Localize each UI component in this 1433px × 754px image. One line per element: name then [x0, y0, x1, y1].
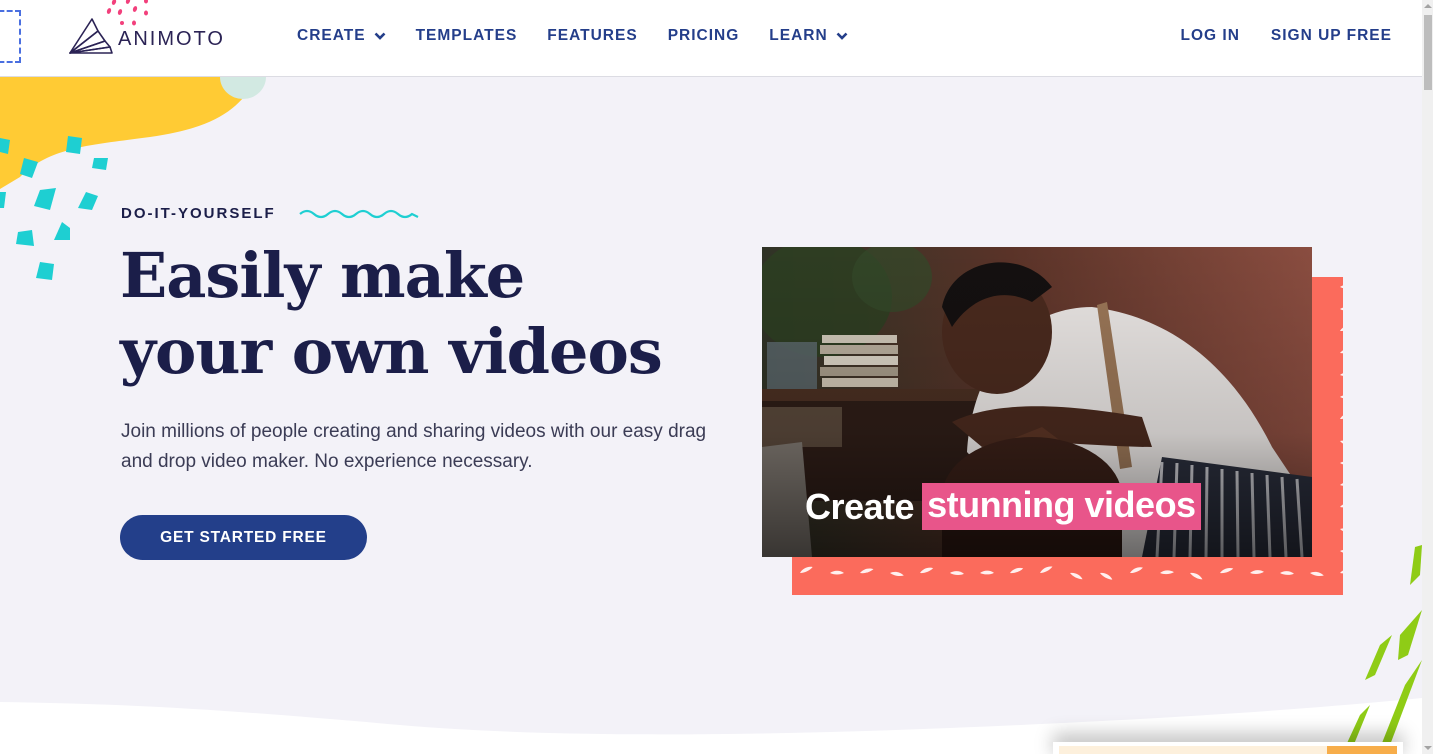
feather-mark — [1340, 307, 1343, 311]
feather-mark — [1340, 284, 1343, 289]
account-nav: LOG IN SIGN UP FREE — [1150, 27, 1393, 45]
feather-mark — [830, 570, 844, 575]
nav-item-learn[interactable]: LEARN — [769, 27, 848, 45]
eyebrow-text: DO-IT-YOURSELF — [121, 205, 276, 222]
feather-mark — [1340, 412, 1343, 420]
chevron-down-icon — [836, 32, 848, 40]
squiggle-line-decoration — [298, 209, 419, 218]
feather-mark — [1220, 567, 1234, 574]
nav-item-label: LEARN — [769, 27, 828, 44]
feather-mark — [1340, 482, 1343, 486]
nav-item-label: CREATE — [297, 27, 366, 44]
feather-mark — [950, 571, 964, 575]
feather-mark — [1340, 461, 1343, 466]
get-started-free-button[interactable]: GET STARTED FREE — [120, 515, 367, 560]
nav-item-label: PRICING — [667, 27, 740, 44]
feather-mark — [890, 571, 904, 577]
feather-mark — [1340, 440, 1343, 447]
fan-logo-icon — [69, 18, 113, 54]
feather-mark — [1190, 572, 1203, 580]
hero-headline: Easily make your own videos — [120, 239, 663, 388]
feather-mark — [1250, 570, 1264, 574]
nav-item-pricing[interactable]: PRICING — [668, 27, 740, 45]
primary-nav: CREATE TEMPLATES FEATURES PRICING LEARN — [297, 27, 878, 45]
teal-brush-dabs-decoration — [0, 136, 108, 280]
feather-mark — [1340, 394, 1343, 399]
feather-mark — [800, 566, 813, 574]
feather-mark — [860, 568, 874, 574]
feather-mark — [1100, 572, 1113, 580]
feather-mark — [980, 570, 994, 575]
site-header: ANIMOTO CREATE TEMPLATES FEATURES PRICIN… — [0, 0, 1422, 77]
card-close-tab[interactable] — [1327, 746, 1397, 754]
feather-mark — [1010, 567, 1024, 574]
feather-mark — [1340, 325, 1343, 332]
green-brush-strokes-decoration — [1342, 545, 1422, 754]
feather-mark — [1130, 567, 1143, 574]
feather-mark — [920, 567, 934, 574]
feather-mark — [1340, 528, 1343, 534]
eyebrow: DO-IT-YOURSELF — [121, 205, 420, 222]
nav-item-label: TEMPLATES — [415, 27, 518, 44]
dashed-outline-decoration — [0, 10, 21, 63]
feather-mark — [1160, 570, 1174, 575]
caption-plain-text: Create — [805, 485, 915, 527]
scroll-thumb[interactable] — [1424, 15, 1432, 90]
nav-item-features[interactable]: FEATURES — [547, 27, 637, 45]
viewport: ANIMOTO CREATE TEMPLATES FEATURES PRICIN… — [0, 0, 1422, 754]
nav-item-label: FEATURES — [547, 27, 638, 44]
feather-mark — [1310, 571, 1324, 577]
signup-link[interactable]: SIGN UP FREE — [1271, 27, 1392, 45]
video-caption: Create stunning videos — [805, 483, 1201, 530]
feather-mark — [1340, 372, 1343, 377]
nav-item-create[interactable]: CREATE — [297, 27, 386, 45]
feather-mark — [1070, 572, 1083, 580]
feather-mark — [1340, 348, 1343, 354]
login-link[interactable]: LOG IN — [1181, 27, 1240, 45]
hero-subtext: Join millions of people creating and sha… — [121, 421, 707, 472]
logo-wordmark: ANIMOTO — [118, 27, 225, 50]
nav-item-templates[interactable]: TEMPLATES — [416, 27, 518, 45]
feather-mark — [1280, 571, 1294, 575]
scroll-up-arrow-icon[interactable] — [1424, 4, 1432, 8]
scroll-down-arrow-icon[interactable] — [1424, 746, 1432, 750]
chevron-down-icon — [374, 32, 385, 40]
page-scrollbar[interactable] — [1422, 0, 1433, 754]
hero-video-preview[interactable]: Create stunning videos — [762, 247, 1312, 557]
feather-mark — [1340, 502, 1343, 508]
floating-card-preview[interactable] — [1053, 742, 1403, 754]
feather-mark — [1040, 566, 1053, 573]
animoto-logo[interactable]: ANIMOTO — [68, 17, 225, 55]
caption-highlight-text: stunning videos — [922, 483, 1201, 530]
